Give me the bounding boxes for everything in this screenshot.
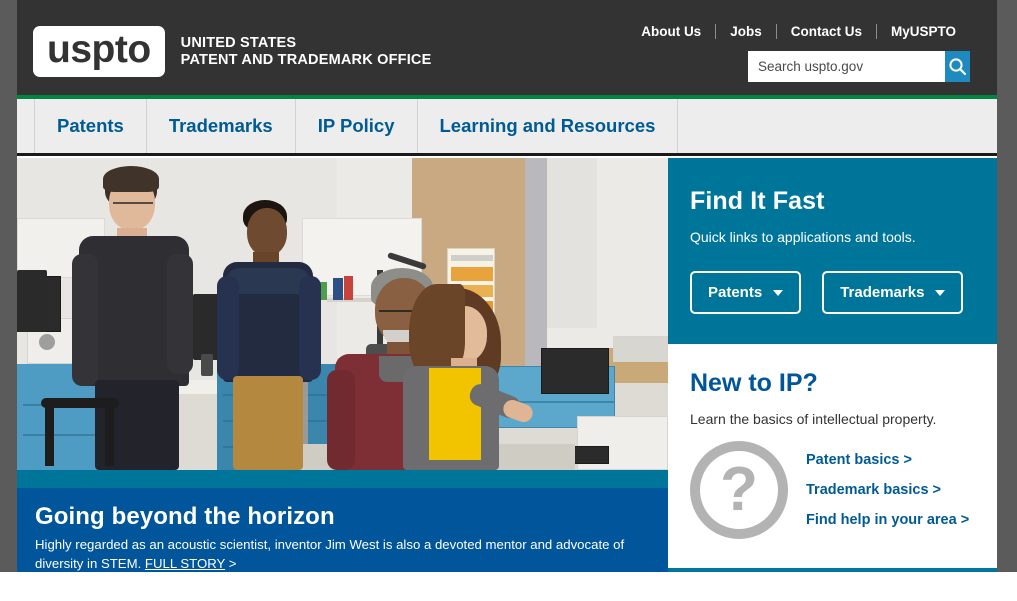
agency-name-line1: UNITED STATES bbox=[180, 34, 297, 51]
hero-teal-divider bbox=[17, 470, 668, 488]
browser-gutter-left bbox=[0, 0, 17, 572]
uspto-wordmark: uspto bbox=[33, 26, 165, 77]
hero-description-text: Highly regarded as an acoustic scientist… bbox=[35, 537, 625, 571]
hero-title: Going beyond the horizon bbox=[35, 503, 335, 530]
lab-scene-illustration bbox=[17, 158, 668, 470]
trademarks-dropdown-label: Trademarks bbox=[840, 284, 925, 301]
site-search bbox=[748, 51, 970, 82]
browser-gutter-right bbox=[997, 0, 1017, 572]
chevron-down-icon bbox=[773, 289, 784, 296]
patents-dropdown-button[interactable]: Patents bbox=[690, 271, 802, 314]
utility-navigation: About Us Jobs Contact Us MyUSPTO bbox=[641, 24, 970, 39]
green-accent-rule bbox=[0, 95, 1017, 99]
utility-link-about-us[interactable]: About Us bbox=[641, 24, 715, 39]
new-to-ip-body: ? Patent basics > Trademark basics > Fin… bbox=[690, 441, 975, 539]
uspto-agency-name: UNITED STATES PATENT AND TRADEMARK OFFIC… bbox=[181, 35, 432, 69]
main-navigation: Patents Trademarks IP Policy Learning an… bbox=[0, 99, 1017, 156]
chevron-down-icon bbox=[935, 289, 946, 296]
nav-item-ip-policy[interactable]: IP Policy bbox=[296, 99, 418, 153]
nav-item-trademarks[interactable]: Trademarks bbox=[147, 99, 296, 153]
search-input[interactable] bbox=[748, 51, 945, 82]
hero-description-suffix: > bbox=[225, 556, 237, 571]
nav-item-patents[interactable]: Patents bbox=[35, 99, 147, 153]
find-it-fast-buttons: Patents Trademarks bbox=[690, 271, 975, 314]
nav-item-learning-and-resources[interactable]: Learning and Resources bbox=[418, 99, 679, 153]
find-it-fast-panel: Find It Fast Quick links to applications… bbox=[668, 158, 997, 344]
find-it-fast-subtitle: Quick links to applications and tools. bbox=[690, 229, 916, 245]
hero-caption: Going beyond the horizon Highly regarded… bbox=[17, 488, 668, 572]
link-find-help-your-area[interactable]: Find help in your area > bbox=[806, 512, 969, 528]
hero-description: Highly regarded as an acoustic scientist… bbox=[35, 535, 650, 572]
utility-link-contact-us[interactable]: Contact Us bbox=[777, 24, 876, 39]
link-patent-basics[interactable]: Patent basics > bbox=[806, 452, 969, 468]
agency-name-line2: PATENT AND TRADEMARK OFFICE bbox=[180, 51, 432, 68]
site-header: uspto UNITED STATES PATENT AND TRADEMARK… bbox=[0, 0, 1017, 95]
new-to-ip-panel: New to IP? Learn the basics of intellect… bbox=[668, 346, 997, 572]
hero-photo bbox=[17, 158, 668, 470]
new-to-ip-subtitle: Learn the basics of intellectual propert… bbox=[690, 411, 937, 427]
uspto-homepage: uspto UNITED STATES PATENT AND TRADEMARK… bbox=[0, 0, 1017, 601]
trademarks-dropdown-button[interactable]: Trademarks bbox=[822, 271, 964, 314]
question-mark-circle-icon: ? bbox=[690, 441, 788, 539]
full-story-link[interactable]: FULL STORY bbox=[145, 556, 225, 571]
search-button[interactable] bbox=[945, 51, 970, 82]
search-icon bbox=[949, 58, 967, 76]
utility-link-jobs[interactable]: Jobs bbox=[716, 24, 776, 39]
new-to-ip-links: Patent basics > Trademark basics > Find … bbox=[806, 452, 969, 528]
find-it-fast-title: Find It Fast bbox=[690, 187, 825, 215]
patents-dropdown-label: Patents bbox=[708, 284, 763, 301]
utility-link-myuspto[interactable]: MyUSPTO bbox=[877, 24, 970, 39]
hero-banner: Going beyond the horizon Highly regarded… bbox=[17, 158, 668, 572]
uspto-logo[interactable]: uspto UNITED STATES PATENT AND TRADEMARK… bbox=[33, 26, 431, 77]
new-to-ip-title: New to IP? bbox=[690, 369, 818, 397]
link-trademark-basics[interactable]: Trademark basics > bbox=[806, 482, 969, 498]
